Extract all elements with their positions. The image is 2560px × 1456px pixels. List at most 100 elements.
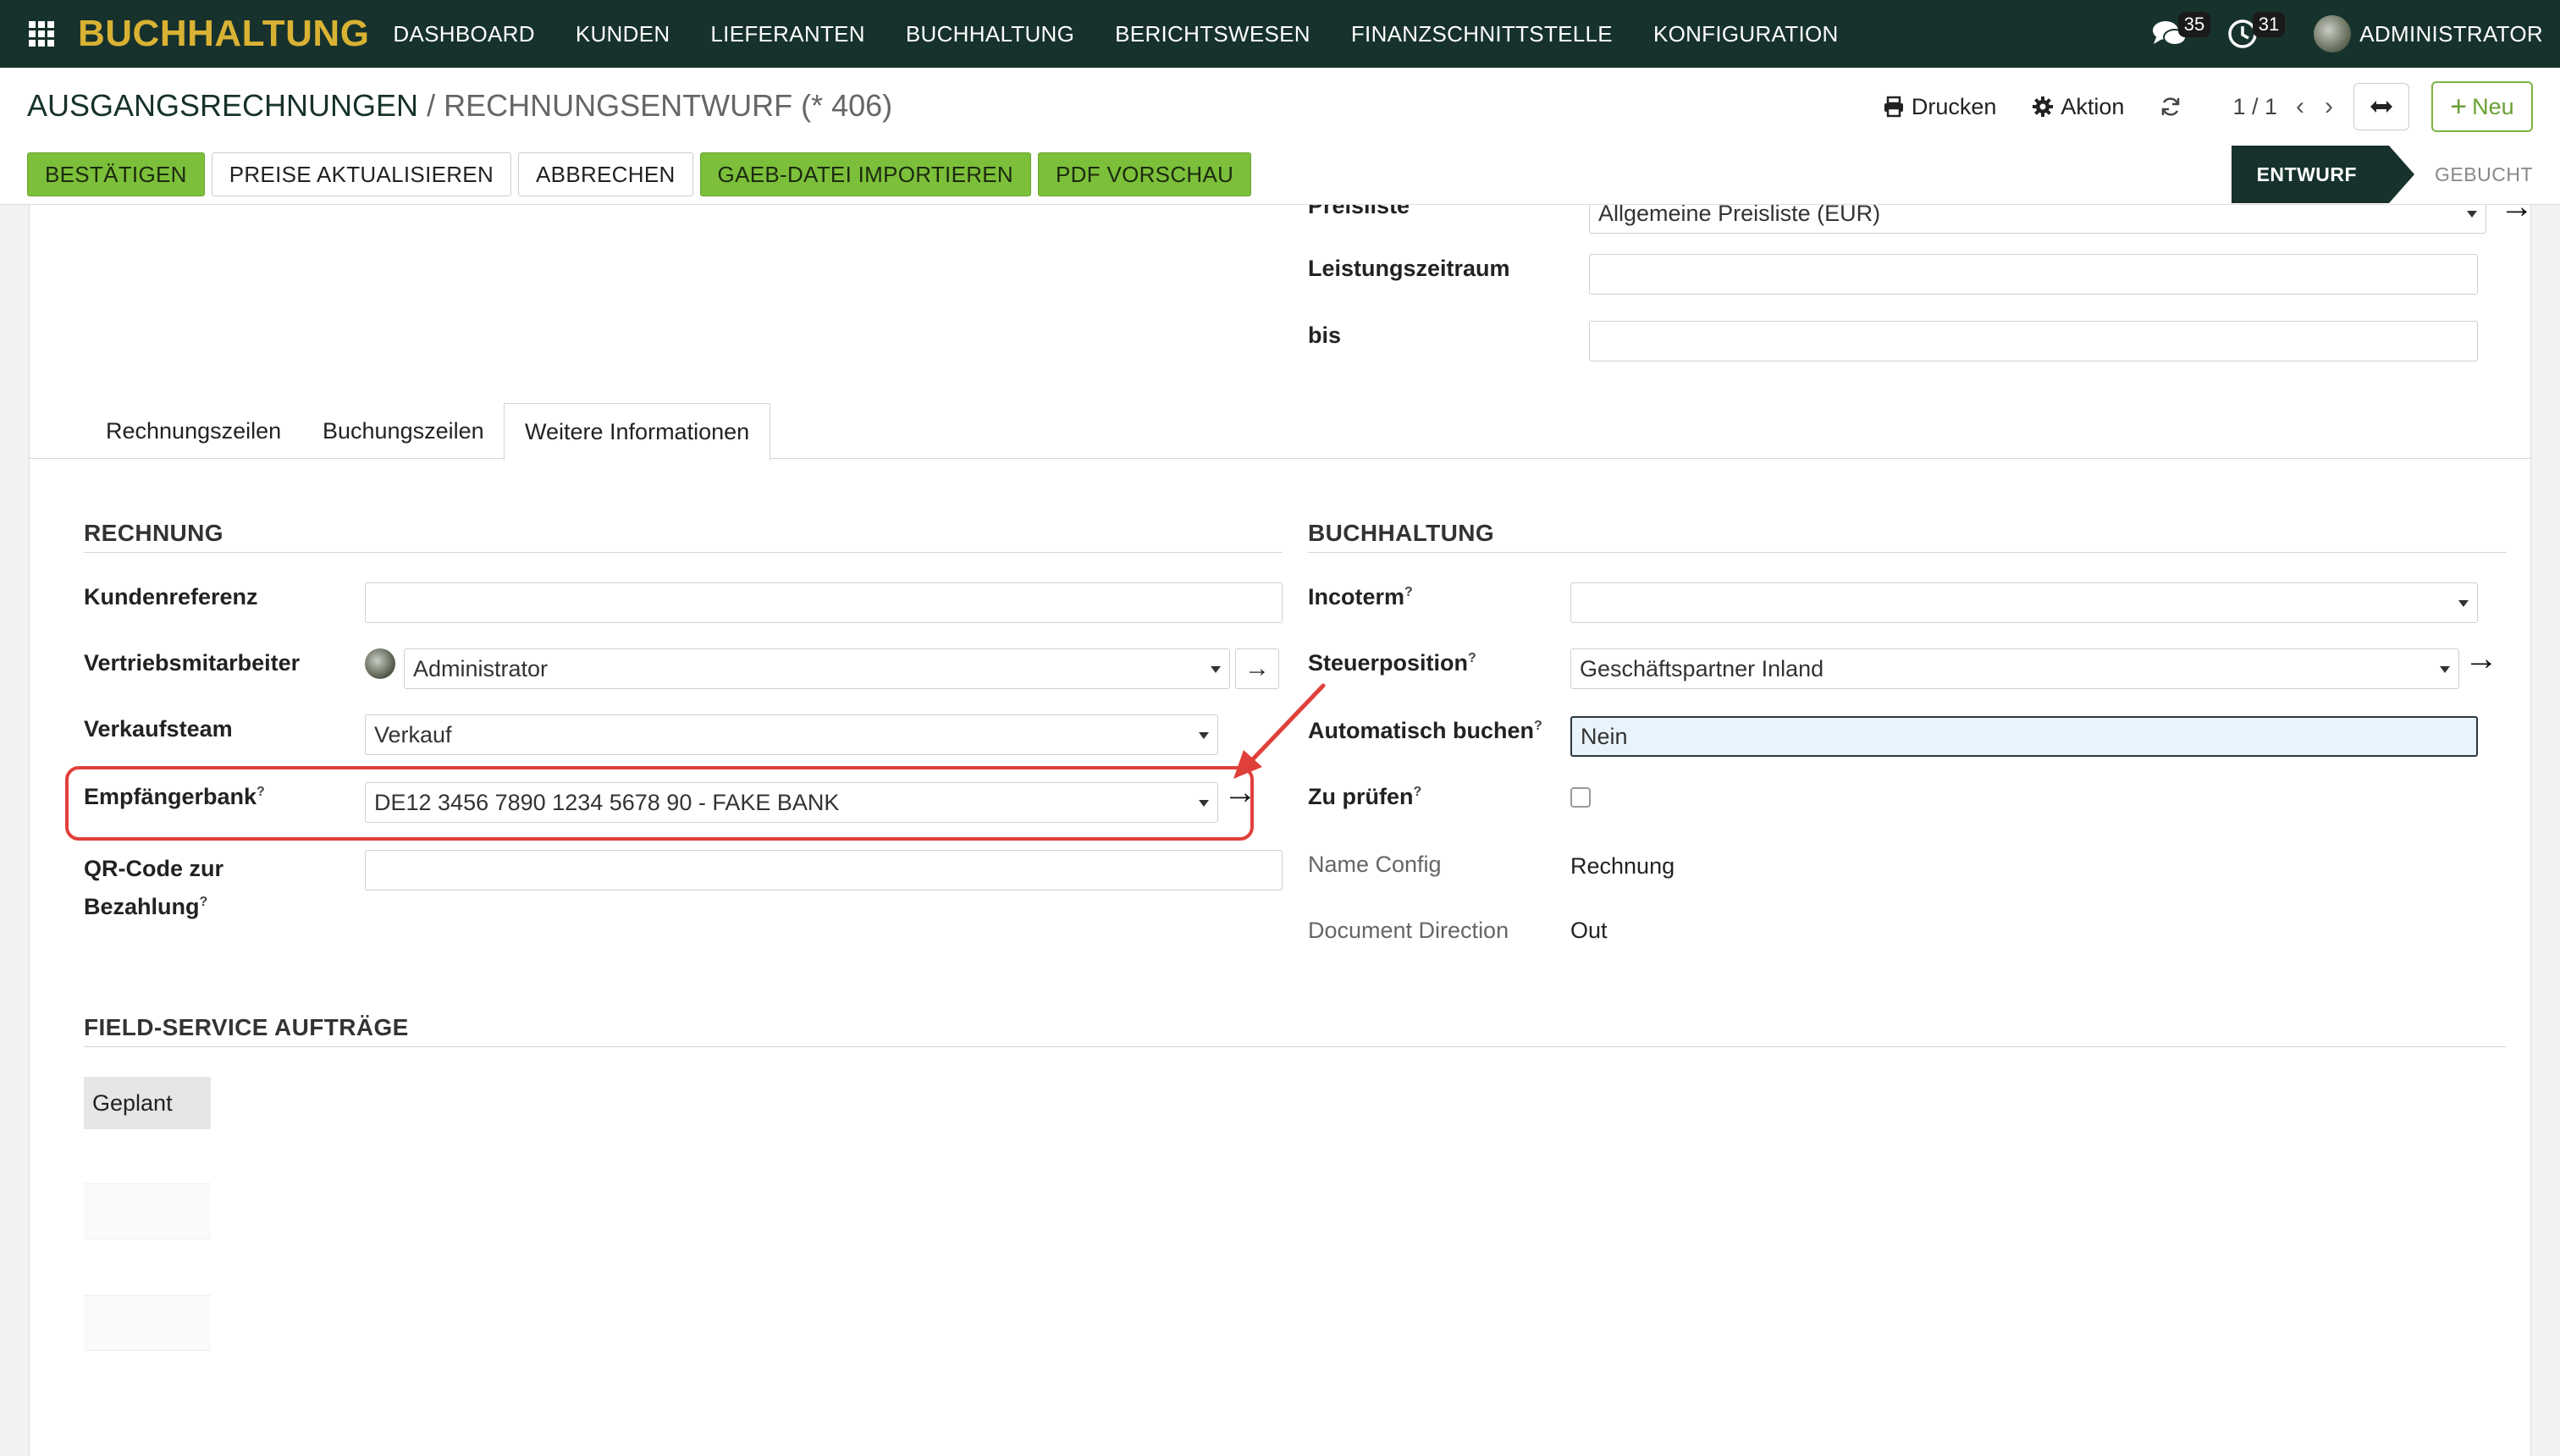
- messages-button[interactable]: 35: [2151, 12, 2211, 51]
- planned-column-header[interactable]: Geplant: [84, 1077, 211, 1129]
- sales-team-select[interactable]: Verkauf: [365, 714, 1218, 755]
- reload-button[interactable]: [2160, 96, 2188, 118]
- user-menu[interactable]: ADMINISTRATOR: [2359, 21, 2543, 47]
- top-navbar: BUCHHALTUNG DASHBOARD KUNDEN LIEFERANTEN…: [0, 0, 2560, 68]
- activities-badge: 31: [2252, 12, 2286, 37]
- invoice-section-title: RECHNUNG: [84, 520, 223, 546]
- sales-rep-label: Vertriebsmitarbeiter: [84, 650, 301, 676]
- help-icon[interactable]: ?: [1404, 585, 1413, 599]
- action-button[interactable]: Aktion: [2032, 94, 2124, 120]
- fiscal-position-open-arrow-icon[interactable]: →: [2464, 640, 2498, 678]
- document-direction-label: Document Direction: [1308, 918, 1509, 943]
- name-config-label: Name Config: [1308, 852, 1442, 877]
- field-service-section-title: FIELD-SERVICE AUFTRÄGE: [84, 1014, 409, 1040]
- pager-value[interactable]: 1 / 1: [2232, 94, 2277, 120]
- apps-grid-icon[interactable]: [29, 21, 54, 47]
- status-posted[interactable]: GEBUCHT: [2389, 163, 2560, 186]
- breadcrumb-current: RECHNUNGSENTWURF (* 406): [444, 88, 893, 123]
- control-panel-right: Drucken Aktion 1 / 1 ‹ › + Neu: [1883, 80, 2533, 134]
- accounting-section-title: BUCHHALTUNG: [1308, 520, 1495, 546]
- expand-horizontal-icon: [2370, 101, 2392, 113]
- qr-code-input[interactable]: [365, 850, 1283, 891]
- incoterm-select[interactable]: [1570, 582, 2478, 623]
- customer-ref-input[interactable]: [365, 582, 1283, 623]
- menu-konfiguration[interactable]: KONFIGURATION: [1653, 21, 1839, 47]
- invoice-section-divider: [84, 552, 1283, 553]
- pricelist-open-arrow-icon[interactable]: →: [2500, 205, 2530, 226]
- accounting-section-divider: [1308, 552, 2507, 553]
- fiscal-position-label: Steuerposition?: [1308, 650, 1476, 676]
- qr-code-label: QR-Code zur Bezahlung?: [84, 852, 223, 924]
- print-button[interactable]: Drucken: [1883, 93, 1997, 120]
- menu-lieferanten[interactable]: LIEFERANTEN: [710, 21, 864, 47]
- chevron-down-icon: [2440, 666, 2450, 673]
- form-sheet: Preisliste Allgemeine Preisliste (EUR) →…: [29, 205, 2531, 1456]
- expand-button[interactable]: [2353, 83, 2409, 130]
- pricelist-label: Preisliste: [1308, 205, 1410, 218]
- qr-code-label-line2: Bezahlung: [84, 894, 200, 919]
- list-item: [84, 1295, 211, 1351]
- confirm-button[interactable]: BESTÄTIGEN: [27, 152, 205, 196]
- help-icon[interactable]: ?: [200, 895, 208, 909]
- auto-post-label-text: Automatisch buchen: [1308, 718, 1535, 743]
- auto-post-value: Nein: [1581, 723, 1628, 749]
- name-config-value: Rechnung: [1570, 853, 1675, 879]
- control-panel: AUSGANGSRECHNUNGEN / RECHNUNGSENTWURF (*…: [0, 68, 2560, 205]
- status-bar: ENTWURF GEBUCHT: [2231, 146, 2560, 203]
- new-button[interactable]: + Neu: [2431, 81, 2533, 132]
- qr-code-label-line1: QR-Code zur: [84, 856, 223, 881]
- service-period-to-label: bis: [1308, 323, 1342, 348]
- tabs-divider: [30, 458, 2530, 459]
- action-buttons: BESTÄTIGEN PREISE AKTUALISIEREN ABBRECHE…: [27, 152, 1258, 196]
- chevron-down-icon: [1211, 666, 1221, 673]
- action-label: Aktion: [2061, 93, 2125, 119]
- update-prices-button[interactable]: PREISE AKTUALISIEREN: [211, 152, 512, 196]
- tab-invoice-lines[interactable]: Rechnungszeilen: [106, 418, 281, 444]
- field-service-divider: [84, 1046, 2507, 1047]
- menu-berichtswesen[interactable]: BERICHTSWESEN: [1115, 21, 1310, 47]
- activities-button[interactable]: 31: [2226, 12, 2286, 51]
- tab-other-info[interactable]: Weitere Informationen: [504, 403, 771, 461]
- incoterm-label: Incoterm?: [1308, 584, 1413, 610]
- new-label: Neu: [2472, 93, 2514, 119]
- menu-dashboard[interactable]: DASHBOARD: [393, 21, 534, 47]
- help-icon[interactable]: ?: [1468, 651, 1476, 665]
- cancel-button[interactable]: ABBRECHEN: [518, 152, 693, 196]
- user-avatar[interactable]: [2314, 15, 2352, 52]
- gear-icon: [2033, 97, 2054, 117]
- breadcrumb: AUSGANGSRECHNUNGEN / RECHNUNGSENTWURF (*…: [27, 88, 892, 124]
- sales-rep-avatar: [365, 648, 395, 679]
- auto-post-select[interactable]: Nein: [1570, 716, 2478, 757]
- service-period-input[interactable]: [1589, 254, 2478, 295]
- to-check-checkbox[interactable]: [1570, 787, 1591, 808]
- auto-post-label: Automatisch buchen?: [1308, 718, 1542, 744]
- messages-badge: 35: [2177, 12, 2211, 37]
- print-label: Drucken: [1911, 93, 1997, 119]
- fiscal-position-label-text: Steuerposition: [1308, 650, 1469, 676]
- app-brand[interactable]: BUCHHALTUNG: [78, 13, 369, 55]
- incoterm-label-text: Incoterm: [1308, 584, 1405, 609]
- help-icon[interactable]: ?: [1534, 719, 1542, 733]
- menu-buchhaltung[interactable]: BUCHHALTUNG: [906, 21, 1074, 47]
- fiscal-position-select[interactable]: Geschäftspartner Inland: [1570, 648, 2459, 689]
- gaeb-import-button[interactable]: GAEB-DATEI IMPORTIEREN: [699, 152, 1032, 196]
- chevron-down-icon: [1199, 732, 1209, 739]
- pricelist-select[interactable]: Allgemeine Preisliste (EUR): [1589, 205, 2486, 234]
- help-icon[interactable]: ?: [1413, 785, 1421, 799]
- pager-next-icon[interactable]: ›: [2325, 92, 2333, 121]
- status-draft: ENTWURF: [2231, 146, 2415, 203]
- refresh-icon: [2162, 97, 2180, 116]
- sales-rep-select[interactable]: Administrator: [404, 648, 1230, 689]
- tab-journal-items[interactable]: Buchungszeilen: [323, 418, 484, 444]
- menu-finanzschnittstelle[interactable]: FINANZSCHNITTSTELLE: [1351, 21, 1613, 47]
- menu-kunden[interactable]: KUNDEN: [576, 21, 670, 47]
- plus-icon: +: [2450, 90, 2468, 123]
- pager-prev-icon[interactable]: ‹: [2296, 92, 2304, 121]
- list-item: [84, 1183, 211, 1239]
- pricelist-value: Allgemeine Preisliste (EUR): [1598, 205, 1881, 226]
- pdf-preview-button[interactable]: PDF VORSCHAU: [1038, 152, 1252, 196]
- sales-rep-value: Administrator: [413, 655, 549, 681]
- navbar-right: 35 31 ADMINISTRATOR: [2151, 0, 2543, 68]
- breadcrumb-root[interactable]: AUSGANGSRECHNUNGEN: [27, 88, 418, 123]
- service-period-to-input[interactable]: [1589, 321, 2478, 361]
